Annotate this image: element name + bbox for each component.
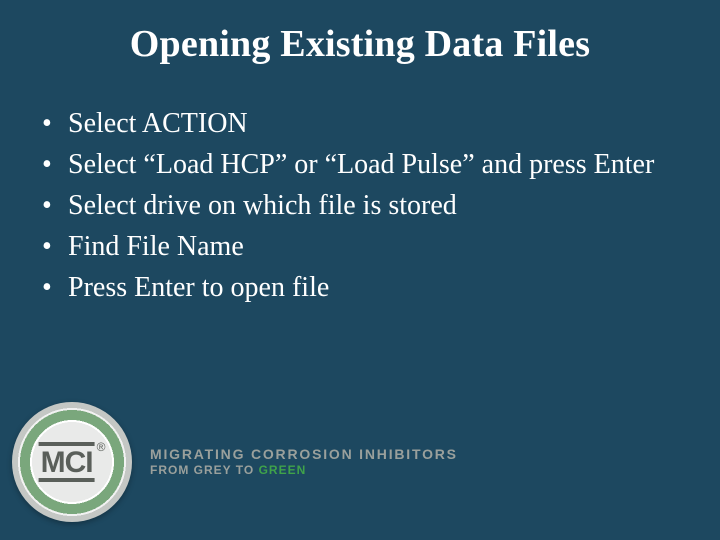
bullet-item: Find File Name [38,229,682,264]
mci-logo-text: MCI [39,442,95,482]
footer-logo-area: MCI ® MIGRATING CORROSION INHIBITORS FRO… [12,402,458,522]
tagline-grey: FROM GREY TO [150,463,259,477]
slide-content: Select ACTION Select “Load HCP” or “Load… [0,106,720,305]
tagline-green: GREEN [259,463,307,477]
bullet-item: Select ACTION [38,106,682,141]
slide-title: Opening Existing Data Files [0,0,720,66]
bullet-item: Select “Load HCP” or “Load Pulse” and pr… [38,147,682,182]
mci-roundel-icon: MCI ® [12,402,132,522]
slide: Opening Existing Data Files Select ACTIO… [0,0,720,540]
bullet-item: Select drive on which file is stored [38,188,682,223]
bullet-item: Press Enter to open file [38,270,682,305]
tagline-line1: MIGRATING CORROSION INHIBITORS [150,446,458,462]
mci-mark: MCI ® [39,442,106,482]
registered-mark: ® [97,440,106,454]
tagline-line2: FROM GREY TO GREEN [150,464,458,478]
logo-tagline: MIGRATING CORROSION INHIBITORS FROM GREY… [150,446,458,478]
bullet-list: Select ACTION Select “Load HCP” or “Load… [38,106,682,305]
